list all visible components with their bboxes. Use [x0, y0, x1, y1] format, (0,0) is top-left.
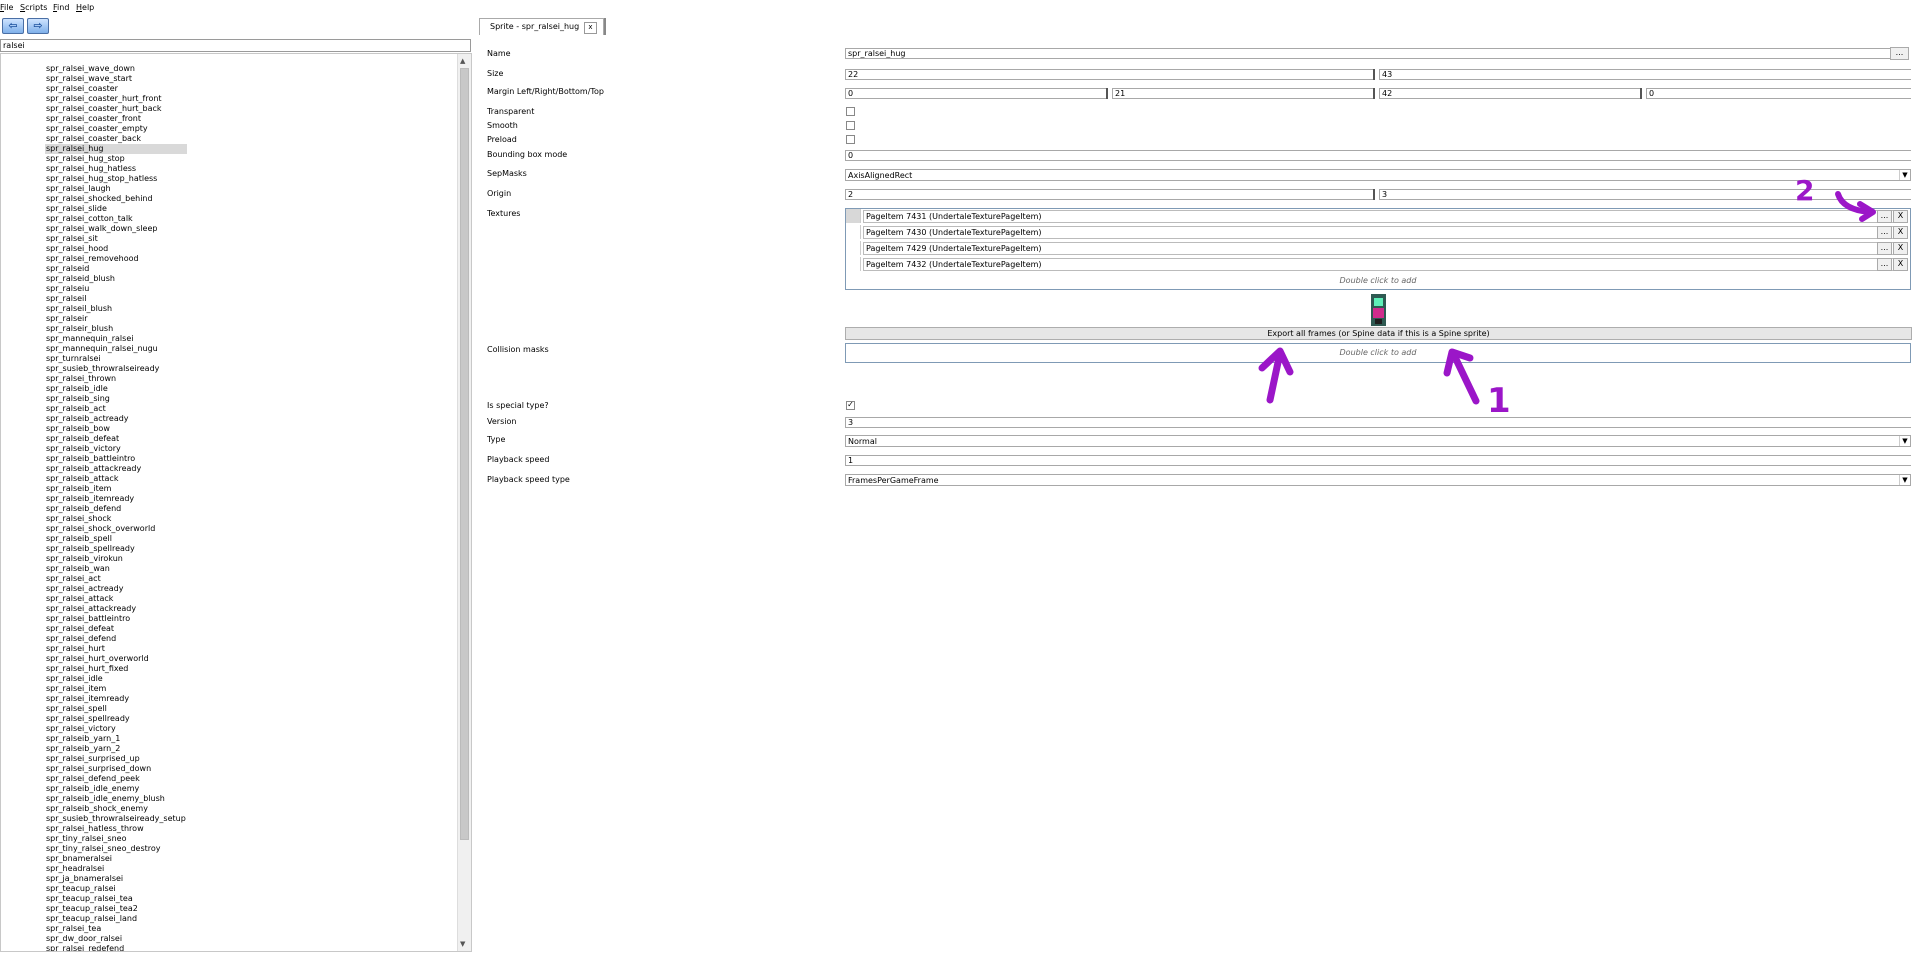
annotation-arrow-browse — [1835, 191, 1876, 222]
annotation-arrow-collision — [1443, 348, 1480, 405]
annotation-arrow-export — [1258, 347, 1294, 404]
annotation-label-1: 1 — [1487, 381, 1511, 421]
annotation-label-2: 2 — [1795, 174, 1814, 207]
annotation-overlay: 1 2 — [1258, 174, 1876, 421]
